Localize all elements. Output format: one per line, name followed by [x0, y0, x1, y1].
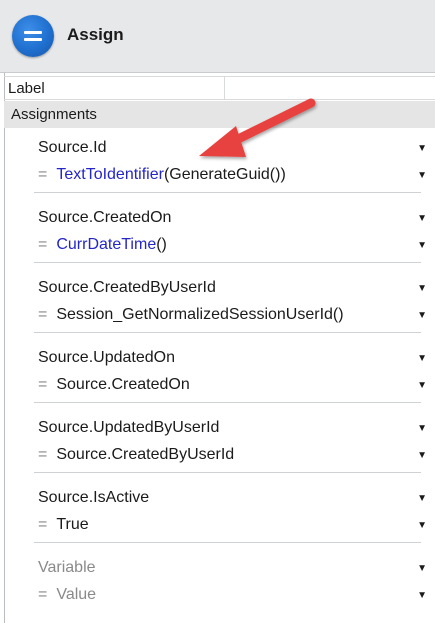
value-text: ()	[156, 236, 167, 253]
assignment-value[interactable]: = CurrDateTime()	[38, 236, 167, 254]
new-value-field[interactable]: = Value	[38, 586, 96, 604]
row-divider	[34, 192, 421, 193]
assign-title: Assign	[67, 25, 124, 44]
caret-down-icon[interactable]: ▼	[417, 240, 427, 251]
row-divider	[34, 542, 421, 543]
assignments-section-header: Assignments	[4, 101, 435, 128]
assignment-variable[interactable]: Source.UpdatedOn	[38, 349, 175, 367]
caret-down-icon[interactable]: ▼	[417, 353, 427, 364]
value-text: Session_GetNormalizedSessionUserId()	[56, 306, 344, 323]
label-field-separator	[224, 77, 225, 99]
assignment-value[interactable]: = TextToIdentifier(GenerateGuid())	[38, 166, 286, 184]
value-text: Source.CreatedByUserId	[56, 446, 235, 463]
equals-sign: =	[38, 446, 48, 463]
assignment-row: Source.UpdatedOn ▼ = Source.CreatedOn ▼	[4, 339, 435, 403]
assignment-value[interactable]: = Source.CreatedOn	[38, 376, 190, 394]
equals-sign: =	[38, 376, 48, 393]
label-field[interactable]: Label	[4, 76, 435, 100]
row-divider	[34, 402, 421, 403]
assignment-row: Source.Id ▼ = TextToIdentifier(GenerateGu…	[4, 129, 435, 193]
caret-down-icon[interactable]: ▼	[417, 423, 427, 434]
new-assignment-row: Variable ▼ = Value ▼	[4, 549, 435, 613]
assign-equals-icon	[12, 15, 54, 57]
caret-down-icon[interactable]: ▼	[417, 380, 427, 391]
caret-down-icon[interactable]: ▼	[417, 170, 427, 181]
assignment-row: Source.CreatedOn ▼ = CurrDateTime() ▼	[4, 199, 435, 263]
assign-header: Assign	[0, 0, 435, 73]
caret-down-icon[interactable]: ▼	[417, 450, 427, 461]
properties-panel: Label Assignments Source.Id ▼ = TextToIde…	[0, 73, 435, 623]
new-value-placeholder: Value	[56, 586, 97, 603]
value-text: Source.CreatedOn	[56, 376, 190, 393]
equals-sign: =	[38, 306, 48, 323]
equals-sign: =	[38, 166, 48, 183]
assignment-variable[interactable]: Source.Id	[38, 139, 106, 157]
assignment-value[interactable]: = Session_GetNormalizedSessionUserId()	[38, 306, 344, 324]
value-text: True	[56, 516, 89, 533]
caret-down-icon[interactable]: ▼	[417, 283, 427, 294]
caret-down-icon[interactable]: ▼	[417, 310, 427, 321]
assignment-row: Source.UpdatedByUserId ▼ = Source.Created…	[4, 409, 435, 473]
assignment-value[interactable]: = Source.CreatedByUserId	[38, 446, 234, 464]
caret-down-icon[interactable]: ▼	[417, 590, 427, 601]
equals-sign: =	[38, 586, 48, 603]
caret-down-icon[interactable]: ▼	[417, 143, 427, 154]
caret-down-icon[interactable]: ▼	[417, 493, 427, 504]
assignment-variable[interactable]: Source.CreatedByUserId	[38, 279, 216, 297]
new-variable-field[interactable]: Variable	[38, 559, 96, 577]
caret-down-icon[interactable]: ▼	[417, 213, 427, 224]
assignment-variable[interactable]: Source.IsActive	[38, 489, 149, 507]
assignment-variable[interactable]: Source.CreatedOn	[38, 209, 171, 227]
assignment-row: Source.CreatedByUserId ▼ = Session_GetNor…	[4, 269, 435, 333]
row-divider	[34, 472, 421, 473]
assignments-section-title: Assignments	[11, 106, 97, 123]
value-function: TextToIdentifier	[56, 166, 164, 183]
row-divider	[34, 262, 421, 263]
assignment-variable[interactable]: Source.UpdatedByUserId	[38, 419, 219, 437]
equals-sign: =	[38, 236, 48, 253]
equals-sign: =	[38, 516, 48, 533]
caret-down-icon[interactable]: ▼	[417, 563, 427, 574]
assignment-value[interactable]: = True	[38, 516, 89, 534]
value-text: (GenerateGuid())	[163, 166, 286, 183]
label-field-caption: Label	[8, 80, 45, 97]
assignment-row: Source.IsActive ▼ = True ▼	[4, 479, 435, 543]
value-function: CurrDateTime	[56, 236, 157, 253]
caret-down-icon[interactable]: ▼	[417, 520, 427, 531]
row-divider	[34, 332, 421, 333]
